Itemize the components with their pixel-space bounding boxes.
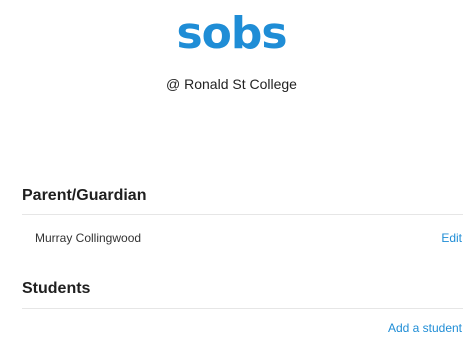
students-heading: Students bbox=[22, 280, 91, 297]
school-name: @ Ronald St College bbox=[166, 76, 297, 92]
students-section-divider bbox=[22, 308, 463, 309]
parent-guardian-heading: Parent/Guardian bbox=[22, 187, 147, 204]
add-student-link[interactable]: Add a student bbox=[388, 320, 462, 336]
parent-section-divider bbox=[22, 214, 463, 215]
edit-parent-link[interactable]: Edit bbox=[441, 230, 462, 246]
parent-name: Murray Collingwood bbox=[35, 231, 142, 245]
page: sobs @ Ronald St College Parent/Guardian… bbox=[0, 0, 463, 338]
sobs-logo: sobs bbox=[176, 8, 287, 59]
